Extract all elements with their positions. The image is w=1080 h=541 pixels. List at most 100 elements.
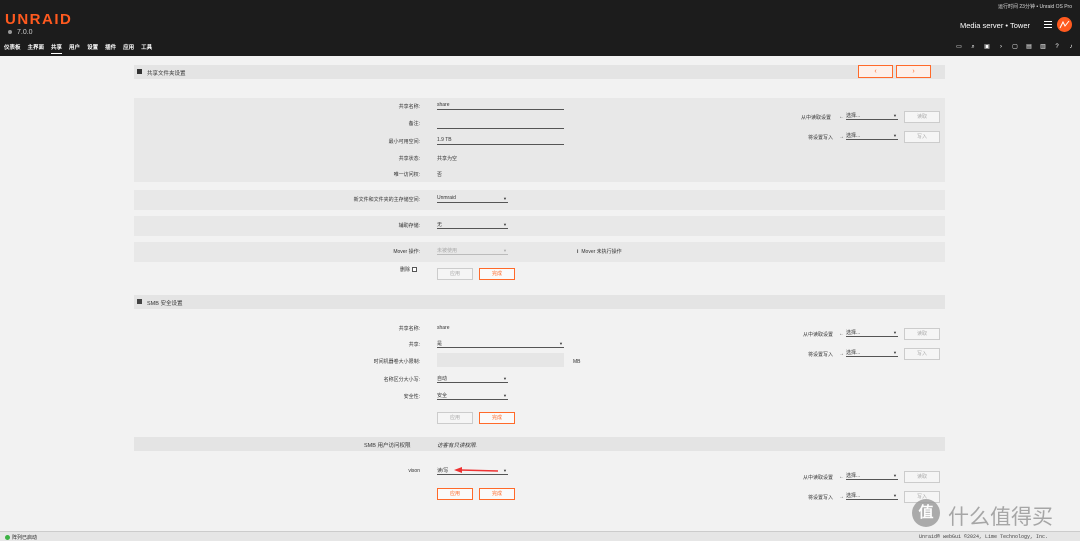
share-status-label: 共享状态: (398, 156, 420, 162)
previous-share-button[interactable]: ‹ (858, 65, 893, 78)
status-footer: 阵列已启动 Unraid® webGui ©2024, Lime Technol… (0, 531, 1080, 541)
write-settings-select[interactable]: 选择... ▼ (846, 132, 898, 140)
next-share-button[interactable]: › (896, 65, 931, 78)
smb-write-settings-button[interactable]: 写入 (904, 348, 940, 360)
mover-action-select: 未被使用 ▼ (437, 248, 508, 255)
smb-user-access-title: SMB 用户访问权限 (364, 443, 411, 449)
timemachine-limit-label: 时间机器卷大小限制: (373, 359, 420, 365)
share-name-input[interactable]: share (437, 102, 564, 110)
info-circle-icon: i (577, 249, 579, 255)
search-icon[interactable]: ⌕ (970, 44, 976, 50)
read-settings-button[interactable]: 读取 (904, 111, 940, 123)
share-apply-button[interactable]: 应用 (437, 268, 473, 280)
smb-export-select[interactable]: 是 ▼ (437, 340, 564, 348)
share-status-value: 共享为空 (437, 156, 458, 162)
guest-note: 访客有只读权限. (437, 443, 478, 449)
users-read-settings-button[interactable]: 读取 (904, 471, 940, 483)
primary-storage-label: 新文件和文件夹的主存储空间: (353, 197, 420, 203)
arrow-right-icon: → (839, 494, 844, 500)
smb-share-name-label: 共享名称: (398, 326, 420, 332)
arrow-left-icon: ← (839, 331, 844, 337)
min-free-input[interactable]: 1.9 TB (437, 137, 564, 145)
arrow-right-icon: → (839, 134, 844, 140)
timemachine-limit-input[interactable] (437, 357, 564, 365)
exclusive-access-value: 否 (437, 172, 443, 178)
watermark-text: 什么值得买 (948, 505, 1053, 529)
case-sensitive-select[interactable]: 自动 ▼ (437, 375, 508, 383)
delete-label: 删除 (399, 267, 410, 273)
security-select[interactable]: 安全 ▼ (437, 392, 508, 400)
nav-shares[interactable]: 共享 (51, 43, 63, 54)
nav-main[interactable]: 主界面 (28, 43, 45, 54)
menu-icon[interactable] (1044, 21, 1052, 28)
case-sensitive-label: 名称区分大小写: (383, 377, 420, 383)
lock-icon[interactable]: ▣ (984, 44, 990, 50)
read-settings-label: 从中读取设置 (801, 115, 832, 121)
version-label: 7.0.0 (8, 29, 33, 36)
share-done-button[interactable]: 完成 (479, 268, 515, 280)
read-settings-select[interactable]: 选择... ▼ (846, 112, 898, 120)
notification-bell-icon[interactable]: ♪ (1068, 44, 1074, 50)
smb-write-settings-select[interactable]: 选择... ▼ (846, 349, 898, 357)
nav-tools[interactable]: 工具 (141, 43, 152, 54)
smb-read-settings-select[interactable]: 选择... ▼ (846, 329, 898, 337)
nav-plugins[interactable]: 插件 (105, 43, 116, 54)
watermark: 值 什么值得买 (912, 497, 1072, 529)
comment-label: 备注: (408, 121, 420, 127)
smb-security-title: SMB 安全设置 (147, 301, 183, 307)
smb-apply-button[interactable]: 应用 (437, 412, 473, 424)
mover-action-label: Mover 操作: (393, 249, 420, 255)
comment-input[interactable] (437, 121, 564, 129)
min-free-label: 最小可用空间: (388, 139, 420, 145)
unraid-logo[interactable]: UNRAID (5, 11, 72, 28)
smb-security-bar: SMB 安全设置 (134, 295, 945, 309)
toolbar-icons: ▭ ⌕ ▣ › ▢ ▤ ▥ ? ♪ (956, 44, 1074, 50)
copyright: Unraid® webGui ©2024, Lime Technology, I… (918, 534, 1048, 540)
share-settings-bar: 共享文件夹设置 (134, 65, 945, 79)
uptime-label: 运行时间 23分钟 • Unraid OS Pro (998, 4, 1072, 10)
nav-apps[interactable]: 应用 (123, 43, 134, 54)
users-write-settings-label: 将设置写入 (808, 495, 834, 501)
watermark-badge: 值 (912, 499, 940, 527)
help-icon[interactable]: ? (1054, 44, 1060, 50)
smb-write-settings-label: 将设置写入 (808, 352, 834, 358)
write-settings-button[interactable]: 写入 (904, 131, 940, 143)
mover-info: i Mover 未执行操作 (577, 249, 622, 255)
nav-users[interactable]: 用户 (69, 43, 80, 54)
users-apply-button[interactable]: 应用 (437, 488, 473, 500)
nav-settings[interactable]: 设置 (87, 43, 98, 54)
users-done-button[interactable]: 完成 (479, 488, 515, 500)
version-dot-icon (8, 30, 12, 35)
log-icon[interactable]: ▥ (1040, 44, 1046, 50)
exclusive-access-label: 唯一访问权: (393, 172, 420, 178)
secondary-storage-select[interactable]: 无 ▼ (437, 221, 508, 229)
windows-icon (137, 299, 142, 304)
server-name: Media server • Tower (959, 21, 1030, 30)
arrow-left-icon: ← (839, 474, 844, 480)
nav-dashboard[interactable]: 仪表板 (4, 43, 21, 54)
main-nav: 仪表板 主界面 共享 用户 设置 插件 应用 工具 (4, 43, 152, 54)
delete-checkbox[interactable] (412, 267, 417, 272)
smb-read-settings-button[interactable]: 读取 (904, 328, 940, 340)
smb-done-button[interactable]: 完成 (479, 412, 515, 424)
write-settings-label: 将设置写入 (808, 135, 834, 141)
info-icon[interactable]: ▤ (1026, 44, 1032, 50)
primary-storage-select[interactable]: Unmraid ▼ (437, 195, 508, 203)
status-dot-icon (5, 535, 10, 541)
share-settings-icon (137, 69, 142, 74)
user-vison-label: vison (408, 468, 420, 474)
top-header: UNRAID 7.0.0 运行时间 23分钟 • Unraid OS Pro M… (0, 0, 1080, 56)
array-status: 阵列已启动 (5, 534, 37, 541)
terminal-icon[interactable]: › (998, 44, 1004, 50)
smb-read-settings-label: 从中读取设置 (803, 332, 834, 338)
red-annotation-arrow-icon (454, 467, 499, 473)
feedback-icon[interactable]: ▢ (1012, 44, 1018, 50)
users-write-settings-select[interactable]: 选择... ▼ (846, 492, 898, 500)
user-avatar[interactable] (1057, 17, 1072, 32)
security-label: 安全性: (403, 394, 420, 400)
users-read-settings-label: 从中读取设置 (803, 475, 834, 481)
display-icon[interactable]: ▭ (956, 44, 962, 50)
users-read-settings-select[interactable]: 选择... ▼ (846, 472, 898, 480)
smb-user-access-bar: SMB 用户访问权限 (134, 437, 945, 451)
secondary-storage-label: 辅助存储: (398, 223, 420, 229)
